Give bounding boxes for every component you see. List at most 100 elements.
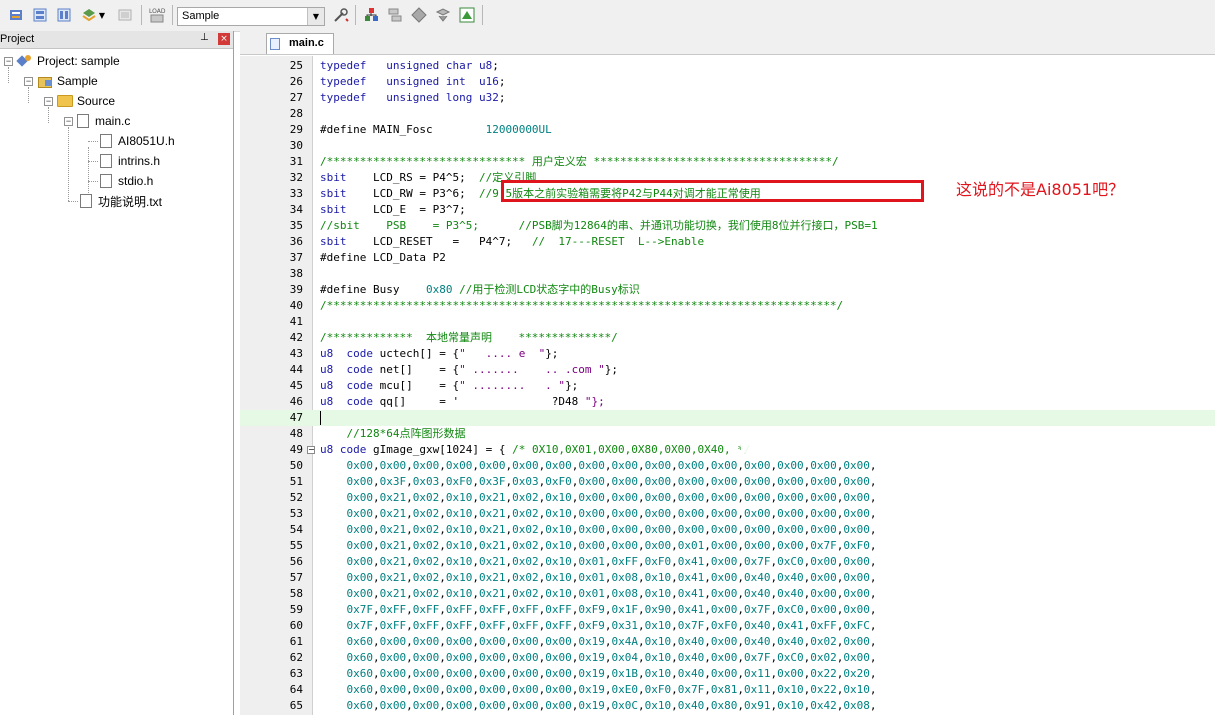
file-extensions-icon[interactable] (385, 5, 405, 25)
code-line[interactable]: 65 0x60,0x00,0x00,0x00,0x00,0x00,0x00,0x… (240, 698, 1215, 714)
code-text[interactable]: 0x00,0x21,0x02,0x10,0x21,0x02,0x10,0x01,… (320, 554, 877, 570)
code-text[interactable]: 0x60,0x00,0x00,0x00,0x00,0x00,0x00,0x19,… (320, 698, 877, 714)
collapse-icon[interactable]: − (44, 96, 53, 106)
chevron-down-icon[interactable]: ▼ (97, 5, 107, 25)
code-text[interactable]: /****************************** 用户定义宏 **… (320, 154, 839, 170)
code-line[interactable]: 57 0x00,0x21,0x02,0x10,0x21,0x02,0x10,0x… (240, 570, 1215, 586)
code-line[interactable]: 49− u8 code gImage_gxw[1024] = { /* 0X10,… (240, 442, 1215, 458)
code-line[interactable]: 54 0x00,0x21,0x02,0x10,0x21,0x02,0x10,0x… (240, 522, 1215, 538)
code-line[interactable]: 30 (240, 138, 1215, 154)
target-select[interactable]: Sample ▼ (177, 7, 325, 26)
code-line[interactable]: 27 typedef unsigned long u32; (240, 90, 1215, 106)
code-text[interactable]: 0x60,0x00,0x00,0x00,0x00,0x00,0x00,0x19,… (320, 666, 877, 682)
code-text[interactable]: /***************************************… (320, 298, 843, 314)
code-line[interactable]: 53 0x00,0x21,0x02,0x10,0x21,0x02,0x10,0x… (240, 506, 1215, 522)
code-line[interactable]: 34 sbit LCD_E = P3^7; (240, 202, 1215, 218)
code-line[interactable]: 55 0x00,0x21,0x02,0x10,0x21,0x02,0x10,0x… (240, 538, 1215, 554)
code-line[interactable]: 26 typedef unsigned int u16; (240, 74, 1215, 90)
pack-installer-icon[interactable] (433, 5, 453, 25)
code-text[interactable]: 0x00,0x21,0x02,0x10,0x21,0x02,0x10,0x00,… (320, 538, 877, 554)
close-icon[interactable]: × (218, 33, 230, 45)
code-text[interactable]: //sbit PSB = P3^5; //PSB脚为12864的串、并通讯功能切… (320, 218, 878, 234)
code-text[interactable]: 0x00,0x21,0x02,0x10,0x21,0x02,0x10,0x00,… (320, 522, 877, 538)
tree-file-header[interactable]: AI8051U.h (100, 132, 175, 150)
code-line[interactable]: 42 /************* 本地常量声明 **************/ (240, 330, 1215, 346)
code-text[interactable]: 0x00,0x00,0x00,0x00,0x00,0x00,0x00,0x00,… (320, 458, 877, 474)
code-line[interactable]: 50 0x00,0x00,0x00,0x00,0x00,0x00,0x00,0x… (240, 458, 1215, 474)
code-text[interactable]: 0x7F,0xFF,0xFF,0xFF,0xFF,0xFF,0xFF,0xF9,… (320, 602, 877, 618)
code-line[interactable]: 45 u8 code mcu[] = {" ........ . "}; (240, 378, 1215, 394)
code-line[interactable]: 46 u8 code qq[] = ' ?D48 "}; (240, 394, 1215, 410)
code-text[interactable]: typedef unsigned long u32; (320, 90, 505, 106)
code-text[interactable]: u8 code gImage_gxw[1024] = { /* 0X10,0X0… (320, 442, 751, 458)
code-line[interactable]: 60 0x7F,0xFF,0xFF,0xFF,0xFF,0xFF,0xFF,0x… (240, 618, 1215, 634)
code-line[interactable]: 38 (240, 266, 1215, 282)
manage-components-icon[interactable] (361, 5, 381, 25)
code-text[interactable]: 0x7F,0xFF,0xFF,0xFF,0xFF,0xFF,0xFF,0xF9,… (320, 618, 877, 634)
code-text[interactable]: typedef unsigned int u16; (320, 74, 505, 90)
select-packs-icon[interactable] (409, 5, 429, 25)
code-line[interactable]: 59 0x7F,0xFF,0xFF,0xFF,0xFF,0xFF,0xFF,0x… (240, 602, 1215, 618)
code-text[interactable]: 0x60,0x00,0x00,0x00,0x00,0x00,0x00,0x19,… (320, 650, 877, 666)
code-line[interactable]: 31 /****************************** 用户定义宏 … (240, 154, 1215, 170)
fold-toggle-icon[interactable]: − (307, 446, 315, 454)
tab-main-c[interactable]: main.c (266, 33, 334, 54)
code-line[interactable]: 25 typedef unsigned char u8; (240, 58, 1215, 74)
code-line[interactable]: 28 (240, 106, 1215, 122)
code-line[interactable]: 62 0x60,0x00,0x00,0x00,0x00,0x00,0x00,0x… (240, 650, 1215, 666)
code-text[interactable]: sbit LCD_E = P3^7; (320, 202, 466, 218)
tree-project[interactable]: − Project: sample (4, 52, 120, 70)
code-text[interactable]: 0x00,0x21,0x02,0x10,0x21,0x02,0x10,0x01,… (320, 586, 877, 602)
stop-build-icon[interactable] (115, 5, 135, 25)
collapse-icon[interactable]: − (4, 56, 13, 66)
code-text[interactable]: sbit LCD_RESET = P4^7; // 17---RESET L--… (320, 234, 704, 250)
tree-file-txt[interactable]: 功能说明.txt (80, 192, 162, 210)
tree-file-main[interactable]: − main.c (64, 112, 130, 130)
chevron-down-icon[interactable]: ▼ (307, 8, 324, 25)
code-text[interactable]: 0x00,0x21,0x02,0x10,0x21,0x02,0x10,0x00,… (320, 506, 877, 522)
code-line[interactable]: 29 #define MAIN_Fosc 12000000UL (240, 122, 1215, 138)
code-text[interactable]: u8 code uctech[] = {" .... e "}; (320, 346, 558, 362)
code-line[interactable]: 58 0x00,0x21,0x02,0x10,0x21,0x02,0x10,0x… (240, 586, 1215, 602)
code-text[interactable]: 0x00,0x21,0x02,0x10,0x21,0x02,0x10,0x01,… (320, 570, 877, 586)
code-line[interactable]: 48 //128*64点阵图形数据 (240, 426, 1215, 442)
translate-icon[interactable] (6, 5, 26, 25)
tree-file-header[interactable]: intrins.h (100, 152, 160, 170)
code-line[interactable]: 52 0x00,0x21,0x02,0x10,0x21,0x02,0x10,0x… (240, 490, 1215, 506)
rebuild-icon[interactable] (54, 5, 74, 25)
code-line[interactable]: 51 0x00,0x3F,0x03,0xF0,0x3F,0x03,0xF0,0x… (240, 474, 1215, 490)
code-text[interactable]: 0x00,0x3F,0x03,0xF0,0x3F,0x03,0xF0,0x00,… (320, 474, 877, 490)
collapse-icon[interactable]: − (64, 116, 73, 126)
tree-file-header[interactable]: stdio.h (100, 172, 153, 190)
code-text[interactable]: 0x60,0x00,0x00,0x00,0x00,0x00,0x00,0x19,… (320, 634, 877, 650)
code-text[interactable]: /************* 本地常量声明 **************/ (320, 330, 618, 346)
code-text[interactable]: #define MAIN_Fosc 12000000UL (320, 122, 552, 138)
load-icon[interactable]: LOAD (147, 5, 167, 25)
code-text[interactable]: u8 code qq[] = ' ?D48 "}; (320, 394, 605, 410)
code-text[interactable]: u8 code mcu[] = {" ........ . "}; (320, 378, 578, 394)
code-line[interactable]: 37 #define LCD_Data P2 (240, 250, 1215, 266)
code-text[interactable]: #define Busy 0x80 //用于检测LCD状态字中的Busy标识 (320, 282, 640, 298)
build-icon[interactable] (30, 5, 50, 25)
code-line[interactable]: 47 (240, 410, 1215, 426)
code-line[interactable]: 56 0x00,0x21,0x02,0x10,0x21,0x02,0x10,0x… (240, 554, 1215, 570)
tree-group-source[interactable]: − Source (44, 92, 115, 110)
code-line[interactable]: 35 //sbit PSB = P3^5; //PSB脚为12864的串、并通讯功… (240, 218, 1215, 234)
code-text[interactable]: #define LCD_Data P2 (320, 250, 446, 266)
run-environment-icon[interactable] (457, 5, 477, 25)
code-line[interactable]: 63 0x60,0x00,0x00,0x00,0x00,0x00,0x00,0x… (240, 666, 1215, 682)
code-line[interactable]: 44 u8 code net[] = {" ....... .. .com "}; (240, 362, 1215, 378)
code-text[interactable]: typedef unsigned char u8; (320, 58, 499, 74)
code-line[interactable]: 39 #define Busy 0x80 //用于检测LCD状态字中的Busy标识 (240, 282, 1215, 298)
code-text[interactable]: //128*64点阵图形数据 (320, 426, 466, 442)
code-line[interactable]: 43 u8 code uctech[] = {" .... e "}; (240, 346, 1215, 362)
collapse-icon[interactable]: − (24, 76, 33, 86)
code-line[interactable]: 40 /*************************************… (240, 298, 1215, 314)
code-text[interactable]: 0x00,0x21,0x02,0x10,0x21,0x02,0x10,0x00,… (320, 490, 877, 506)
options-icon[interactable] (331, 5, 351, 25)
code-line[interactable]: 41 (240, 314, 1215, 330)
code-line[interactable]: 61 0x60,0x00,0x00,0x00,0x00,0x00,0x00,0x… (240, 634, 1215, 650)
batch-build-icon[interactable] (79, 5, 99, 25)
pin-icon[interactable]: ⊥ (200, 32, 209, 43)
code-line[interactable]: 36 sbit LCD_RESET = P4^7; // 17---RESET L… (240, 234, 1215, 250)
